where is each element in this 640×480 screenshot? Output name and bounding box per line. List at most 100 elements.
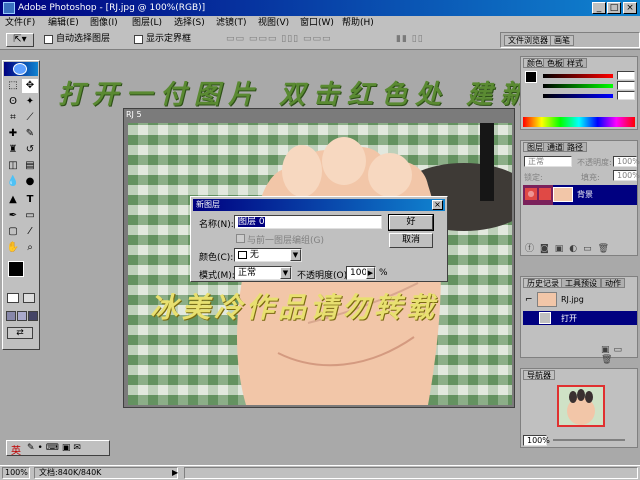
foreground-color-swatch[interactable] bbox=[8, 261, 24, 277]
opacity-input[interactable]: 100 ▶ bbox=[346, 266, 376, 280]
red-value-field[interactable] bbox=[617, 71, 635, 80]
magic-wand-tool-icon[interactable]: ✦ bbox=[22, 95, 38, 109]
tab-styles[interactable]: 样式 bbox=[563, 58, 587, 68]
layers-bottom-buttons[interactable]: ⓕ◙▣◐▭🗑 bbox=[525, 241, 635, 254]
status-menu-arrow-icon[interactable]: ▶ bbox=[172, 468, 178, 477]
healing-brush-tool-icon[interactable]: ✚ bbox=[5, 127, 21, 141]
cancel-button[interactable]: 取消 bbox=[389, 233, 433, 248]
gradient-tool-icon[interactable]: ▤ bbox=[22, 159, 38, 173]
align-distribute-buttons[interactable]: ▭▭ ▭▭▭ ▯▯▯ ▭▭▭ bbox=[226, 34, 386, 46]
dialog-close-button[interactable]: × bbox=[432, 200, 443, 210]
adobe-eye-icon[interactable] bbox=[13, 63, 27, 75]
tab-actions[interactable]: 动作 bbox=[601, 278, 625, 288]
ok-button[interactable]: 好 bbox=[388, 214, 434, 231]
menu-file[interactable]: 文件(F) bbox=[5, 17, 35, 29]
history-bottom-buttons[interactable]: ▣▭🗑 bbox=[601, 345, 637, 365]
layer-name-label: 名称(N): bbox=[199, 220, 234, 230]
tab-tool-presets[interactable]: 工具预设 bbox=[561, 278, 601, 288]
screen-mode-full-icon[interactable] bbox=[28, 311, 38, 321]
history-brush-source-icon[interactable]: ⌐ bbox=[525, 295, 533, 305]
maximize-button[interactable]: □ bbox=[607, 2, 621, 14]
layers-opacity-label: 不透明度: bbox=[577, 158, 612, 167]
move-tool-icon[interactable]: ✥ bbox=[22, 79, 38, 93]
menu-edit[interactable]: 编辑(E) bbox=[48, 17, 79, 29]
zoom-tool-icon[interactable]: ⌕ bbox=[22, 241, 38, 255]
minimize-button[interactable]: _ bbox=[592, 2, 606, 14]
ime-toolbar-icons[interactable]: ✎•⌨▣✉ bbox=[27, 443, 84, 453]
standard-mode-icon[interactable] bbox=[7, 293, 19, 303]
history-brush-tool-icon[interactable]: ↺ bbox=[22, 143, 38, 157]
history-step-row[interactable]: 打开 bbox=[523, 311, 637, 325]
show-bounds-checkbox[interactable] bbox=[134, 35, 143, 44]
layer-name-input[interactable]: 图层 0 bbox=[234, 215, 382, 229]
distribute-buttons[interactable]: ▮▮ ▯▯ bbox=[396, 34, 446, 46]
blue-value-field[interactable] bbox=[617, 91, 635, 100]
notes-tool-icon[interactable]: ▢ bbox=[5, 225, 21, 239]
blue-slider[interactable] bbox=[543, 94, 613, 98]
menu-filter[interactable]: 滤镜(T) bbox=[216, 17, 247, 29]
menu-window[interactable]: 窗口(W) bbox=[300, 17, 334, 29]
tab-brushes[interactable]: 画笔 bbox=[550, 35, 574, 46]
screen-mode-full-menu-icon[interactable] bbox=[17, 311, 27, 321]
status-zoom-field[interactable]: 100% bbox=[2, 467, 30, 479]
menu-layer[interactable]: 图层(L) bbox=[132, 17, 162, 29]
fill-field[interactable]: 100% bbox=[613, 170, 640, 181]
tab-file-browser[interactable]: 文件浏览器 bbox=[504, 35, 552, 46]
green-value-field[interactable] bbox=[617, 81, 635, 90]
auto-select-layer-checkbox[interactable] bbox=[44, 35, 53, 44]
history-snapshot-row[interactable]: ⌐ RJ.jpg bbox=[523, 291, 637, 309]
tab-navigator[interactable]: 导航器 bbox=[523, 370, 555, 380]
color-panel: 颜色 色板 样式 bbox=[520, 56, 638, 130]
close-button[interactable]: × bbox=[623, 2, 637, 14]
shape-tool-icon[interactable]: ▭ bbox=[22, 209, 38, 223]
menu-select[interactable]: 选择(S) bbox=[174, 17, 205, 29]
blur-tool-icon[interactable]: 💧 bbox=[5, 175, 21, 189]
clone-stamp-tool-icon[interactable]: ♜ bbox=[5, 143, 21, 157]
layer-name: 背景 bbox=[577, 190, 593, 199]
history-panel: 历史记录 工具预设 动作 ⌐ RJ.jpg 打开 ▣▭🗑 bbox=[520, 276, 638, 365]
quick-mask-mode-icon[interactable] bbox=[23, 293, 35, 303]
menu-help[interactable]: 帮助(H) bbox=[342, 17, 374, 29]
panel-foreground-swatch[interactable] bbox=[525, 71, 537, 83]
group-with-previous-checkbox[interactable] bbox=[236, 234, 245, 243]
screen-mode-standard-icon[interactable] bbox=[6, 311, 16, 321]
ime-mode-toggle[interactable]: 英 bbox=[11, 442, 21, 457]
marquee-tool-icon[interactable]: ⬚ bbox=[5, 79, 21, 93]
blend-mode-select[interactable]: 正常 ▼ bbox=[234, 266, 292, 280]
chevron-right-icon[interactable]: ▶ bbox=[366, 267, 375, 279]
path-selection-tool-icon[interactable]: ▲ bbox=[5, 193, 21, 207]
pen-tool-icon[interactable]: ✒ bbox=[5, 209, 21, 223]
eye-icon[interactable]: ● bbox=[525, 188, 537, 200]
move-tool-preset-picker[interactable]: ⇱▾ bbox=[6, 33, 34, 47]
lasso-tool-icon[interactable]: ʘ bbox=[5, 95, 21, 109]
fill-label: 填充: bbox=[581, 173, 600, 182]
color-select[interactable]: 无 ▼ bbox=[234, 248, 302, 262]
menu-view[interactable]: 视图(V) bbox=[258, 17, 289, 29]
tab-paths[interactable]: 路径 bbox=[563, 142, 587, 152]
hand-tool-icon[interactable]: ✋ bbox=[5, 241, 21, 255]
layer-row-background[interactable]: ● 背景 bbox=[523, 185, 637, 205]
navigator-zoom-field[interactable]: 100% bbox=[523, 435, 550, 446]
jump-to-imageready-icon[interactable]: ⇄ bbox=[7, 327, 33, 339]
layers-blend-mode-select[interactable]: 正常 bbox=[524, 156, 572, 167]
chevron-down-icon[interactable]: ▼ bbox=[290, 249, 301, 261]
navigator-zoom-slider[interactable] bbox=[553, 439, 625, 441]
chevron-down-icon[interactable]: ▼ bbox=[280, 267, 291, 279]
navigator-preview[interactable] bbox=[557, 385, 605, 427]
dodge-tool-icon[interactable]: ● bbox=[22, 175, 38, 189]
red-slider[interactable] bbox=[543, 74, 613, 78]
tab-history[interactable]: 历史记录 bbox=[523, 278, 563, 288]
crop-tool-icon[interactable]: ⌗ bbox=[5, 111, 21, 125]
title-bar: Adobe Photoshop - [RJ.jpg @ 100%(RGB)] _… bbox=[0, 0, 640, 16]
eyedropper-tool-icon[interactable]: ⁄ bbox=[22, 225, 38, 239]
brush-link-icon[interactable] bbox=[539, 188, 551, 200]
layers-opacity-field[interactable]: 100% bbox=[613, 156, 640, 167]
brush-tool-icon[interactable]: ✎ bbox=[22, 127, 38, 141]
eraser-tool-icon[interactable]: ◫ bbox=[5, 159, 21, 173]
menu-image[interactable]: 图像(I) bbox=[90, 17, 118, 29]
lamp-pole bbox=[480, 123, 494, 201]
type-tool-icon[interactable]: T bbox=[22, 193, 38, 207]
green-slider[interactable] bbox=[543, 84, 613, 88]
color-ramp[interactable] bbox=[523, 117, 635, 127]
slice-tool-icon[interactable]: ⟋ bbox=[22, 111, 38, 125]
